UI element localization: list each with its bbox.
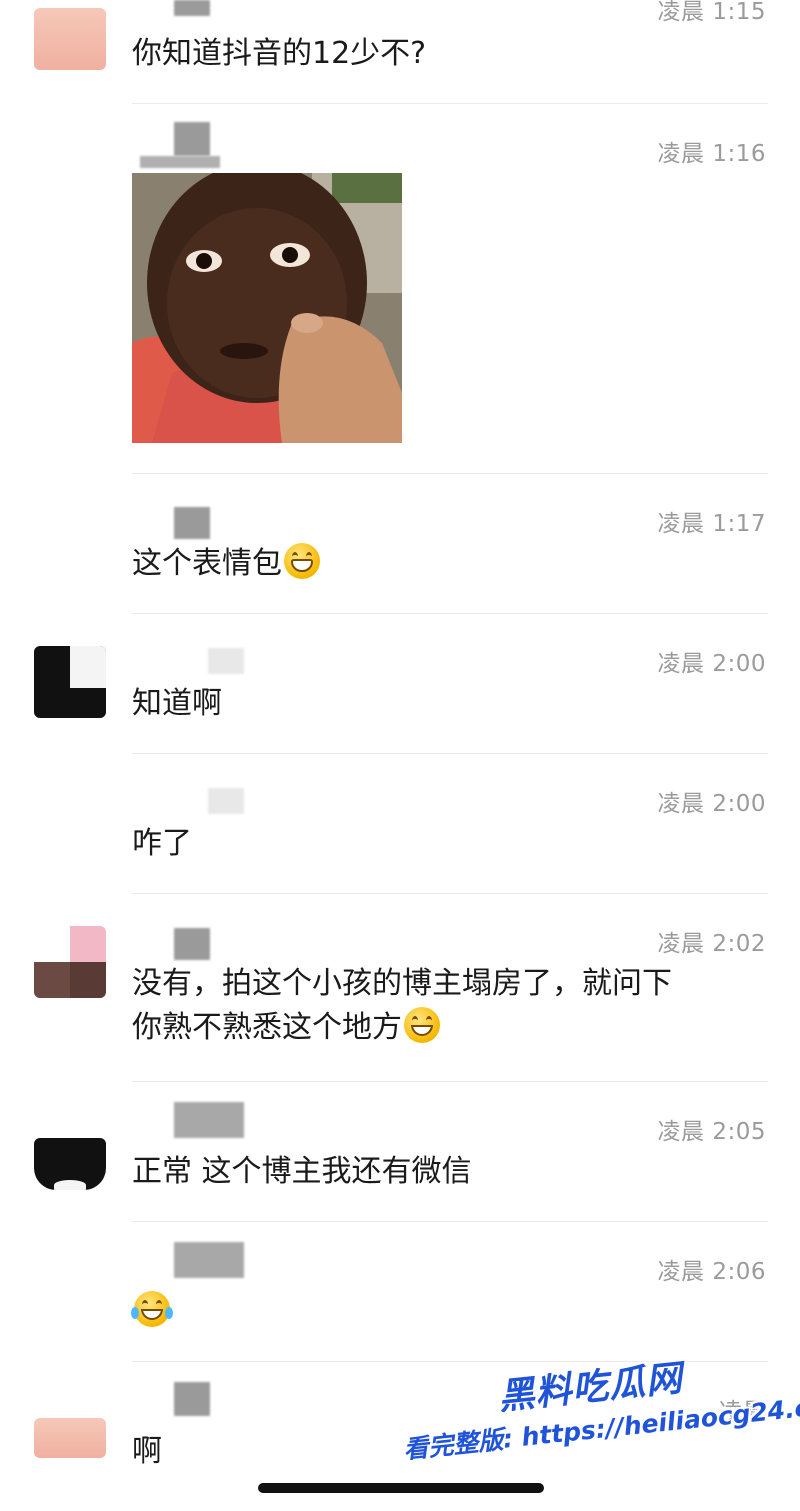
tears-of-joy-emoji-icon (131, 1291, 173, 1327)
message-item: 凌晨 1:15 你知道抖音的12少不? (0, 0, 800, 104)
message-line-wrap: 你熟不熟悉这个地方 (132, 1006, 672, 1050)
sender-name (174, 507, 210, 539)
message-time: 凌晨 2:02 (657, 931, 766, 957)
message-text[interactable] (131, 1290, 173, 1334)
sender-name (174, 122, 210, 156)
child-photo[interactable] (132, 173, 402, 443)
grin-emoji-icon (284, 543, 320, 579)
message-time: 凌晨 2:00 (657, 651, 766, 677)
message-item: 凌晨 2:02 没有，拍这个小孩的博主塌房了，就问下 你熟不熟悉这个地方 (0, 894, 800, 1082)
message-text[interactable]: 知道啊 (132, 682, 222, 726)
sender-name (174, 1102, 244, 1138)
message-item: 凌晨 2:06 (0, 1222, 800, 1362)
message-item: 凌晨 1:17 这个表情包 (0, 474, 800, 614)
avatar[interactable] (34, 8, 106, 70)
sender-name (174, 928, 210, 960)
message-time: 凌晨 1:17 (657, 511, 766, 537)
avatar[interactable] (34, 1418, 106, 1458)
message-time: 凌晨 2:06 (657, 1259, 766, 1285)
message-text-content: 这个表情包 (132, 546, 282, 581)
message-text[interactable]: 这个表情包 (132, 542, 320, 586)
message-item: 凌晨 2:00 咋了 (0, 754, 800, 894)
message-text[interactable]: 啊 (132, 1430, 162, 1474)
message-line: 没有，拍这个小孩的博主塌房了，就问下 (132, 966, 672, 1001)
sender-name (140, 156, 220, 168)
home-indicator[interactable] (258, 1483, 544, 1493)
message-time: 凌晨 1:15 (657, 0, 766, 25)
message-item: 凌晨 2:00 知道啊 (0, 614, 800, 754)
sender-name (208, 648, 244, 674)
message-text[interactable]: 咋了 (132, 822, 192, 866)
message-line: 你熟不熟悉这个地方 (132, 1010, 402, 1045)
child-photo-illustration (132, 173, 402, 443)
avatar[interactable] (34, 926, 106, 998)
avatar[interactable] (34, 646, 106, 718)
sender-name (208, 788, 244, 814)
sender-name (174, 0, 210, 16)
message-time: 凌晨 2:05 (657, 1119, 766, 1145)
sender-name (174, 1242, 244, 1278)
sender-name (174, 1382, 210, 1416)
message-item: 凌晨 2:05 正常 这个博主我还有微信 (0, 1082, 800, 1222)
smile-emoji-icon (404, 1007, 440, 1043)
message-text[interactable]: 你知道抖音的12少不? (132, 32, 426, 76)
message-time: 凌晨 2:00 (657, 791, 766, 817)
message-text[interactable]: 正常 这个博主我还有微信 (132, 1150, 472, 1194)
message-text[interactable]: 没有，拍这个小孩的博主塌房了，就问下 你熟不熟悉这个地方 (132, 962, 672, 1050)
avatar[interactable] (34, 1138, 106, 1190)
message-time: 凌晨 1:16 (657, 141, 766, 167)
